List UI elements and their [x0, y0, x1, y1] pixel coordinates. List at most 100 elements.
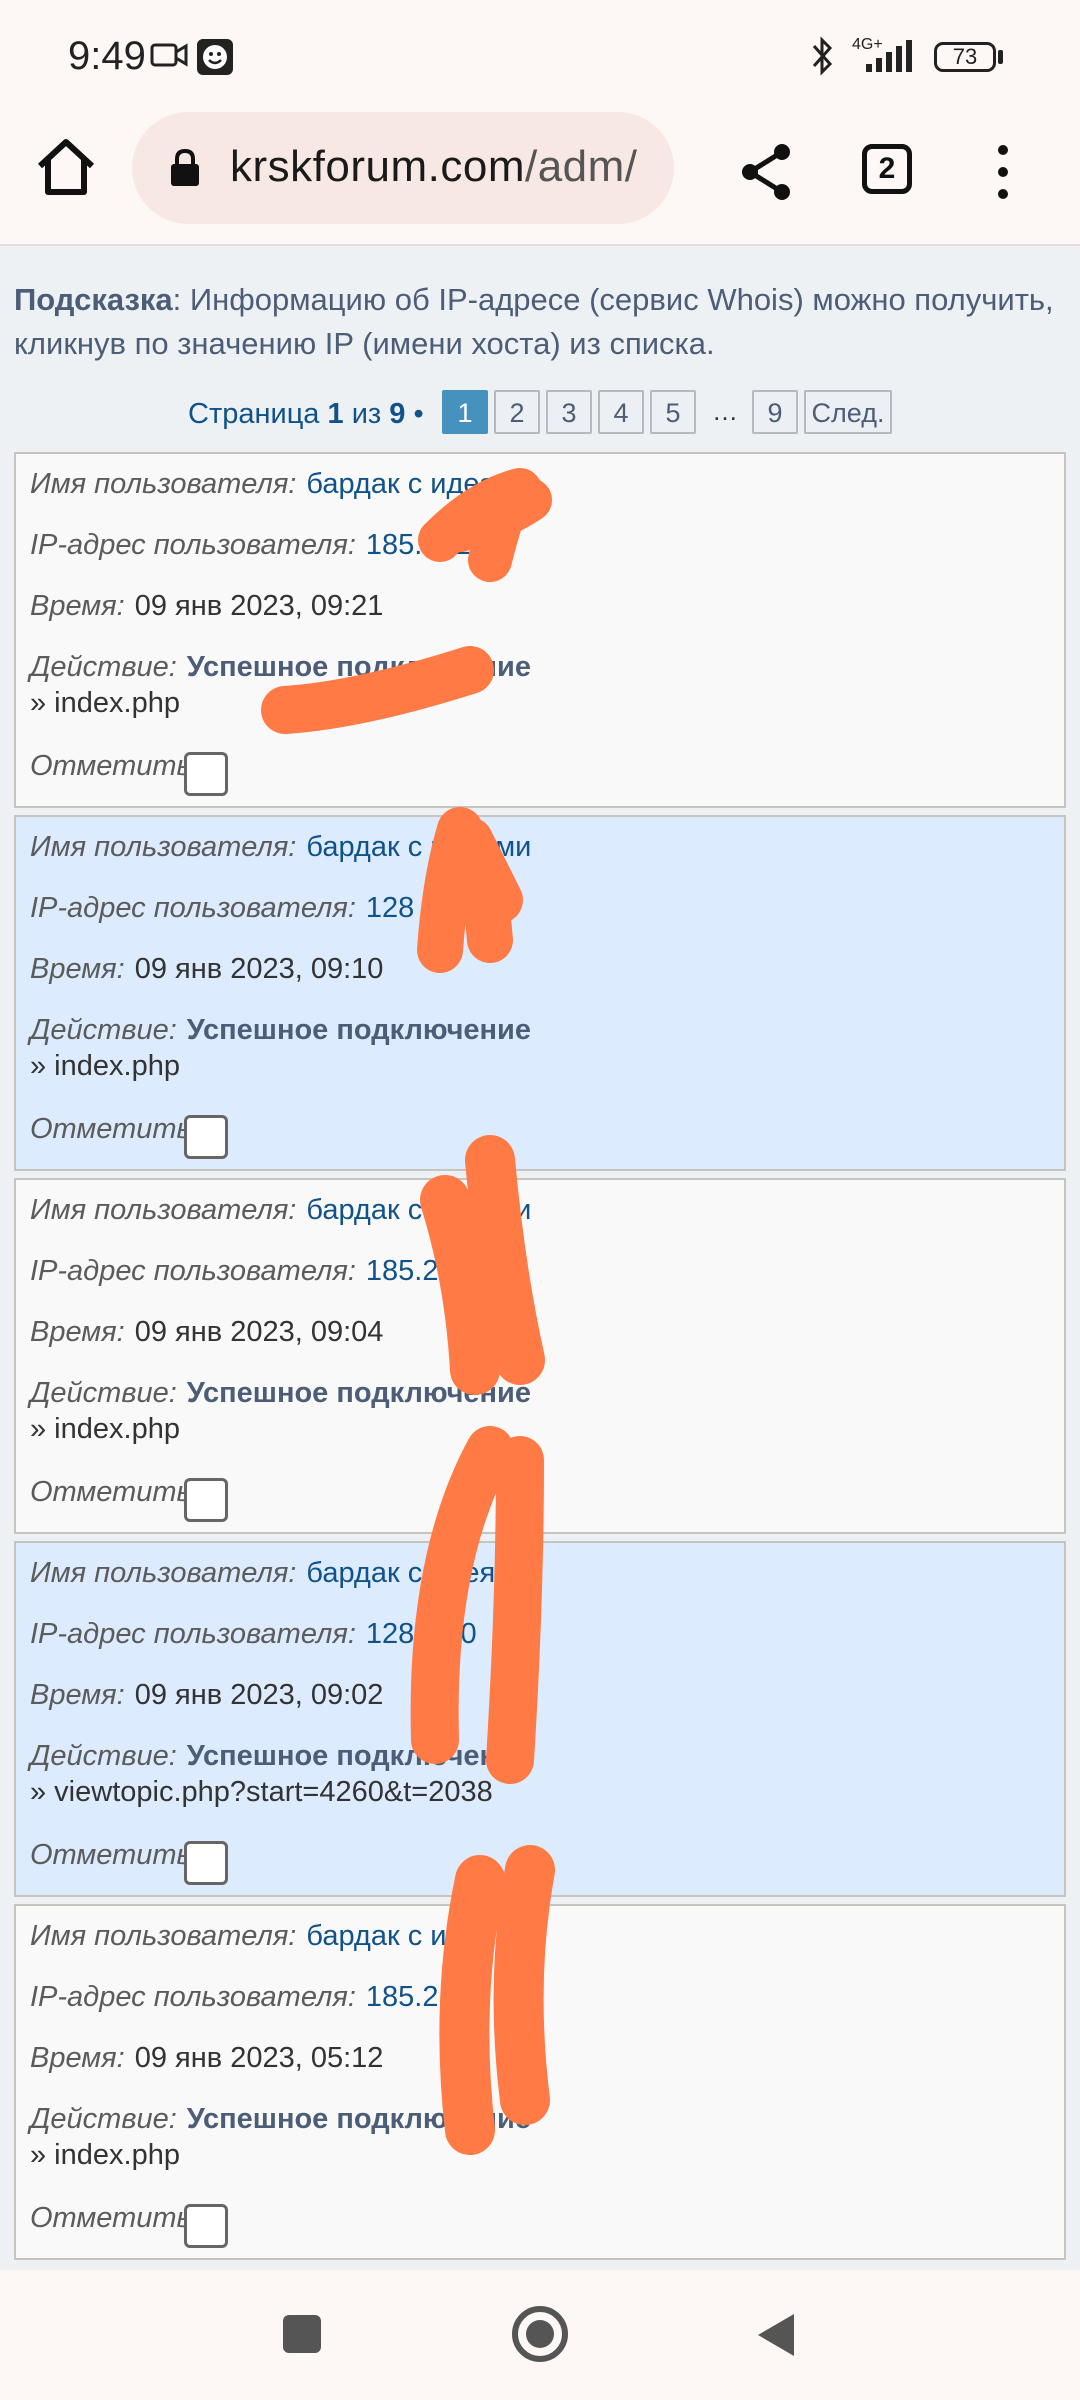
page-bullet: •	[405, 398, 424, 430]
page-button-4[interactable]: 4	[598, 390, 644, 434]
page-button-last[interactable]: 9	[752, 390, 798, 434]
recents-square-icon[interactable]	[282, 2314, 322, 2354]
page-current: 1	[327, 398, 344, 430]
action-value: Успешное подключение	[186, 2103, 532, 2135]
page-button-5[interactable]: 5	[650, 390, 696, 434]
log-entry: Имя пользователя: бардак с и IP-адрес пол…	[14, 1904, 1066, 2260]
page-prefix: Страница	[188, 398, 328, 430]
user-link[interactable]: бардак с идеями	[306, 1194, 531, 1226]
user-link[interactable]: бардак с идеями	[306, 831, 531, 863]
user-label: Имя пользователя:	[30, 831, 297, 863]
ip-label: IP-адрес пользователя:	[30, 529, 356, 561]
action-label: Действие:	[30, 2103, 177, 2135]
mark-checkbox[interactable]	[184, 1115, 228, 1159]
time-label: Время:	[30, 1679, 125, 1711]
home-icon[interactable]	[30, 130, 102, 202]
home-circle-icon[interactable]	[510, 2304, 570, 2364]
page-of: из	[343, 398, 390, 430]
page-button-1[interactable]: 1	[442, 390, 488, 434]
url-path: /adm/	[524, 142, 638, 191]
smiley-app-icon	[197, 39, 233, 75]
action-value: Успешное подключение	[186, 1014, 532, 1046]
mark-label: Отметить:	[30, 1839, 200, 1871]
time-label: Время:	[30, 590, 125, 622]
mark-label: Отметить:	[30, 2202, 200, 2234]
user-link[interactable]: бардак с идеями	[306, 1557, 531, 1589]
action-page: » viewtopic.php?start=4260&t=2038	[30, 1776, 493, 1808]
action-page: » index.php	[30, 1050, 180, 1082]
user-label: Имя пользователя:	[30, 1194, 297, 1226]
ip-label: IP-адрес пользователя:	[30, 1981, 356, 2013]
pagination: Страница 1 из 9 • 1 2 3 4 5 … 9 След.	[0, 390, 1080, 438]
battery-indicator: 73	[934, 42, 996, 72]
ip-link[interactable]: 185.2 .4	[366, 1981, 471, 2013]
back-triangle-icon[interactable]	[754, 2310, 798, 2360]
video-camera-icon	[150, 43, 188, 67]
log-entry: Имя пользователя: бардак с идеями IP-адре…	[14, 1178, 1066, 1534]
time-value: 09 янв 2023, 09:04	[134, 1316, 384, 1348]
user-link[interactable]: бардак с идеями	[306, 468, 531, 500]
action-label: Действие:	[30, 1377, 177, 1409]
ip-label: IP-адрес пользователя:	[30, 1618, 356, 1650]
hint-text: Подсказка: Информацию об IP-адресе (серв…	[14, 278, 1054, 366]
time-value: 09 янв 2023, 09:21	[134, 590, 384, 622]
ip-link[interactable]: 185.2 .4	[366, 1255, 471, 1287]
bluetooth-icon	[812, 36, 833, 76]
time-value: 09 янв 2023, 09:10	[134, 953, 384, 985]
log-entry: Имя пользователя: бардак с идеями IP-адре…	[14, 452, 1066, 808]
page-content: Подсказка: Информацию об IP-адресе (серв…	[0, 246, 1080, 2270]
action-label: Действие:	[30, 1740, 177, 1772]
action-page: » index.php	[30, 1413, 180, 1445]
mark-label: Отметить:	[30, 750, 200, 782]
action-page: » index.php	[30, 2139, 180, 2171]
action-page: » index.php	[30, 687, 180, 719]
browser-toolbar: krskforum.com/adm/ 2	[0, 110, 1080, 240]
page-total: 9	[389, 398, 406, 430]
hint-label: Подсказка	[14, 282, 173, 317]
ip-label: IP-адрес пользователя:	[30, 892, 356, 924]
ip-link[interactable]: 128 .7.110	[366, 892, 501, 924]
share-icon[interactable]	[736, 140, 800, 204]
time-label: Время:	[30, 2042, 125, 2074]
action-value: Успешное подключение	[186, 651, 532, 683]
time-value: 09 янв 2023, 09:02	[134, 1679, 384, 1711]
mark-checkbox[interactable]	[184, 2204, 228, 2248]
page-button-2[interactable]: 2	[494, 390, 540, 434]
action-label: Действие:	[30, 1014, 177, 1046]
status-time: 9:49	[68, 34, 146, 78]
status-bar: 9:49 4G+ 73	[0, 0, 1080, 110]
user-label: Имя пользователя:	[30, 1920, 297, 1952]
action-value: Успешное подключение	[186, 1740, 532, 1772]
signal-icon	[866, 40, 912, 72]
mark-checkbox[interactable]	[184, 1841, 228, 1885]
action-label: Действие:	[30, 651, 177, 683]
time-label: Время:	[30, 953, 125, 985]
action-value: Успешное подключение	[186, 1377, 532, 1409]
ip-link[interactable]: 128 .110	[366, 1618, 477, 1650]
user-label: Имя пользователя:	[30, 468, 297, 500]
page-button-3[interactable]: 3	[546, 390, 592, 434]
mark-label: Отметить:	[30, 1476, 200, 1508]
ip-label: IP-адрес пользователя:	[30, 1255, 356, 1287]
time-value: 09 янв 2023, 05:12	[134, 2042, 384, 2074]
tabs-icon[interactable]: 2	[862, 144, 912, 194]
time-label: Время:	[30, 1316, 125, 1348]
url-text: krskforum.com/adm/	[230, 142, 638, 192]
more-vert-icon[interactable]	[988, 142, 1018, 202]
mark-checkbox[interactable]	[184, 1478, 228, 1522]
page-ellipsis: …	[712, 396, 738, 426]
mark-label: Отметить:	[30, 1113, 200, 1145]
url-host: krskforum.com	[230, 142, 525, 191]
page-indicator: Страница 1 из 9 •	[188, 398, 424, 431]
log-entry: Имя пользователя: бардак с идеями IP-адре…	[14, 815, 1066, 1171]
next-page-button[interactable]: След.	[804, 390, 892, 434]
lock-icon	[171, 148, 199, 186]
battery-tip	[998, 50, 1003, 64]
user-link[interactable]: бардак с и	[306, 1920, 446, 1952]
system-nav-bar	[0, 2270, 1080, 2400]
log-entry: Имя пользователя: бардак с идеями IP-адре…	[14, 1541, 1066, 1897]
ip-link[interactable]: 185.2 .2.4	[366, 529, 495, 561]
url-bar[interactable]: krskforum.com/adm/	[132, 112, 674, 224]
user-label: Имя пользователя:	[30, 1557, 297, 1589]
mark-checkbox[interactable]	[184, 752, 228, 796]
